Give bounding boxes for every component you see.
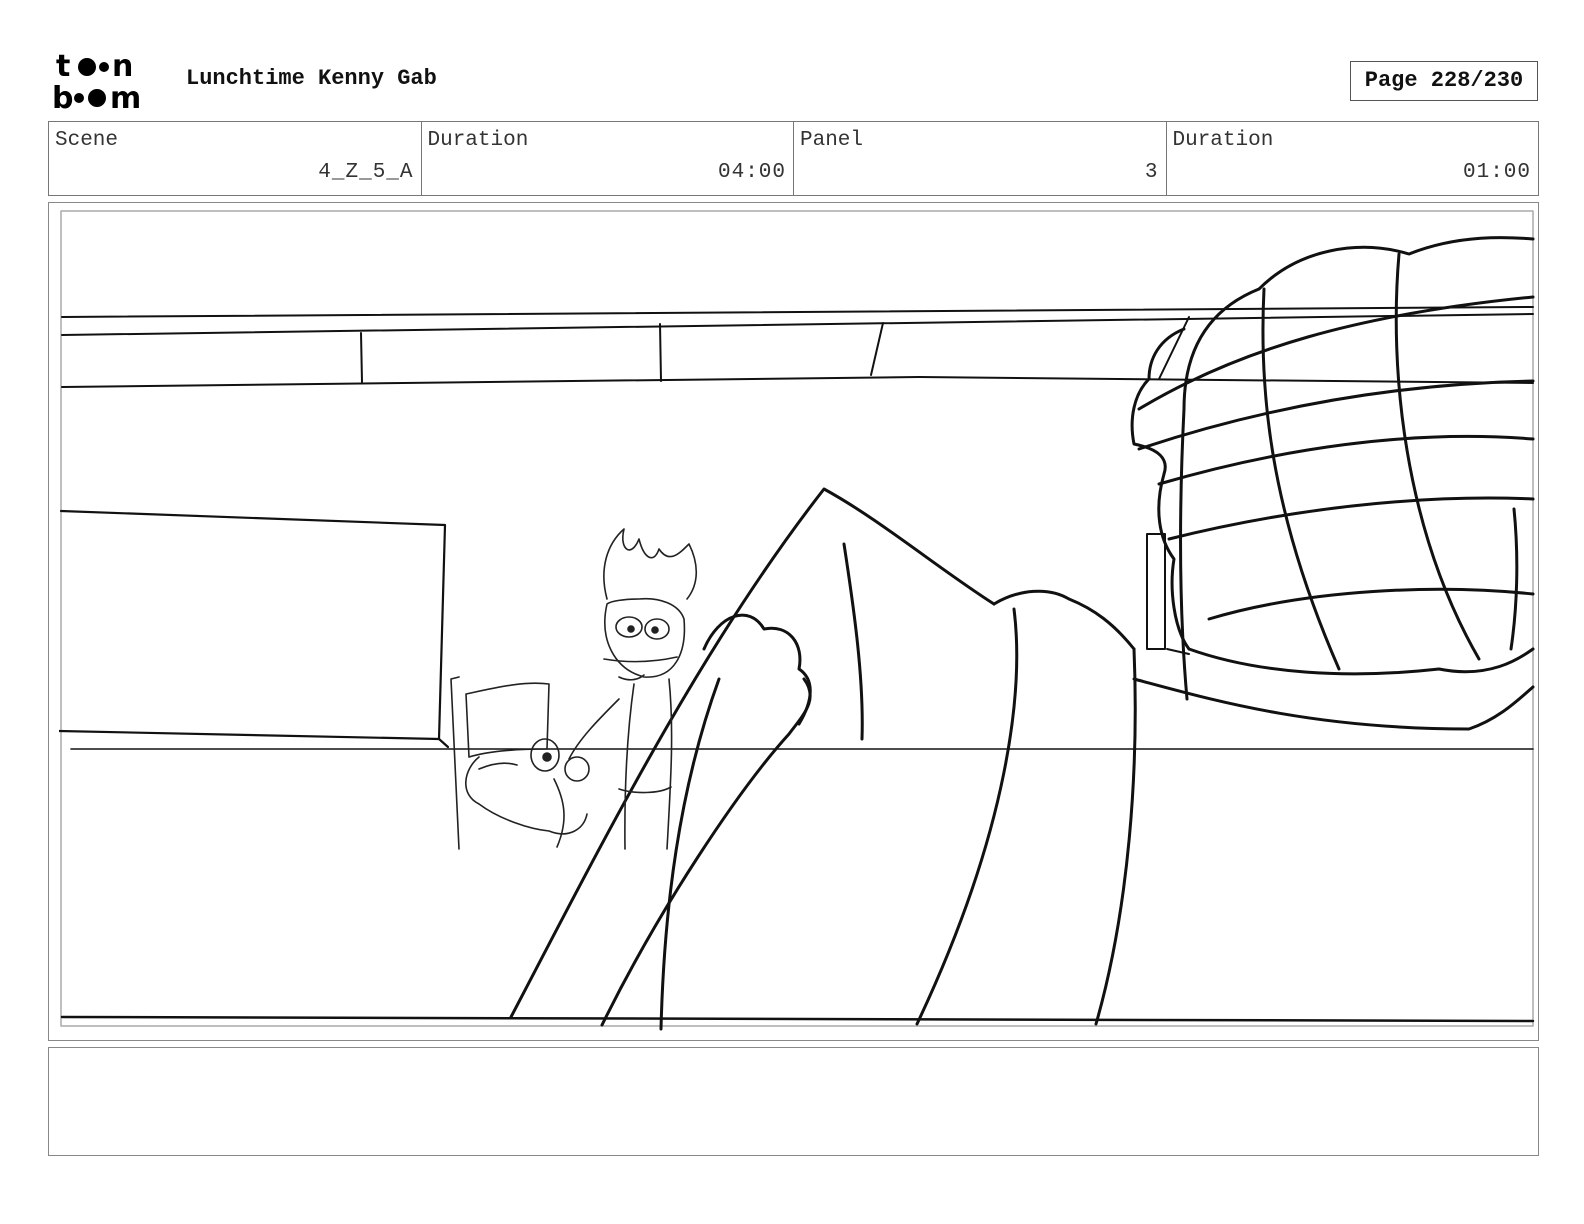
panel-value: 3: [1144, 161, 1159, 184]
background-lines: [60, 306, 1535, 1023]
project-title: Lunchtime Kenny Gab: [186, 66, 437, 91]
foreground-arm: [509, 487, 1535, 1031]
scene-value: 4_Z_5_A: [318, 161, 414, 184]
panel-info-bar: Scene 4_Z_5_A Duration 04:00 Panel 3 Dur…: [48, 121, 1539, 196]
panel-cell: Panel 3: [794, 122, 1167, 195]
svg-text:t: t: [56, 50, 70, 84]
kid-character-sketch: [568, 528, 698, 850]
panel-duration-cell: Duration 01:00: [1167, 122, 1539, 195]
scene-cell: Scene 4_Z_5_A: [49, 122, 422, 195]
scene-duration-label: Duration: [427, 129, 529, 152]
svg-text:m: m: [110, 81, 141, 112]
scene-duration-value: 04:00: [717, 161, 786, 184]
svg-text:n: n: [112, 50, 133, 84]
page-number: Page 228/230: [1350, 61, 1538, 101]
panel-notes-box: [48, 1047, 1539, 1156]
svg-text:b: b: [52, 81, 73, 112]
panel-duration-value: 01:00: [1462, 161, 1531, 184]
panel-label: Panel: [800, 129, 864, 152]
scene-duration-cell: Duration 04:00: [422, 122, 794, 195]
storyboard-sketch: [59, 210, 1535, 1031]
panel-duration-label: Duration: [1172, 129, 1274, 152]
toonboom-logo: t n b m: [52, 50, 141, 112]
hat-kid-character-sketch: [450, 676, 590, 850]
wall-sign: [59, 509, 450, 749]
scene-label: Scene: [55, 129, 119, 152]
